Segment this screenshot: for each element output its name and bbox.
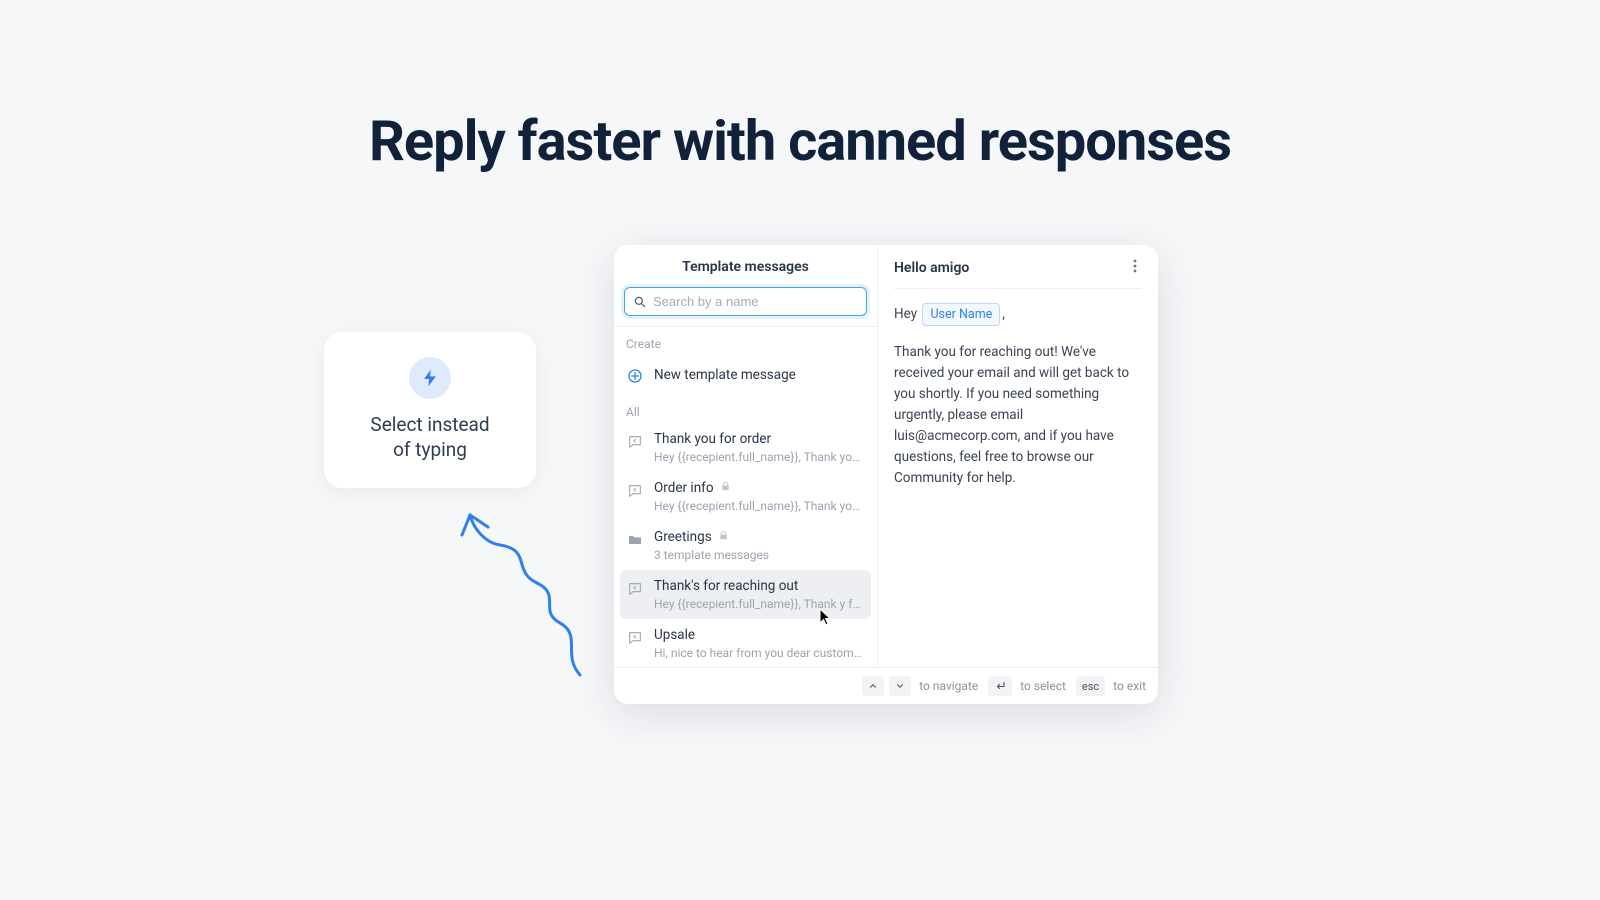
- promo-line2: of typing: [370, 438, 489, 463]
- template-item[interactable]: Thank you for order Hey {{recepient.full…: [614, 423, 877, 472]
- template-folder-title: Greetings: [654, 529, 865, 545]
- template-list-title: Template messages: [614, 245, 877, 287]
- preview-greet-prefix: Hey: [894, 306, 917, 322]
- template-item-sub: Hey {{recepient.full_name}}, Thank y for…: [654, 597, 865, 611]
- modal-footer: to navigate to select esc to exit: [614, 667, 1158, 704]
- new-template-button[interactable]: New template message: [614, 355, 877, 395]
- reply-message-icon: [626, 433, 644, 451]
- arrow-up-key: [862, 676, 884, 696]
- footer-hint-navigate: to navigate: [862, 676, 978, 696]
- reply-message-icon: [626, 580, 644, 598]
- folder-icon: [626, 531, 644, 549]
- reply-message-icon: [626, 629, 644, 647]
- squiggle-arrow-icon: [452, 505, 602, 685]
- preview-pane: Hello amigo Hey User Name, Thank you for…: [878, 245, 1158, 667]
- footer-hint-exit: esc to exit: [1076, 676, 1146, 696]
- template-messages-modal: Template messages Create: [614, 245, 1158, 704]
- bolt-icon-circle: [409, 357, 451, 399]
- new-template-label: New template message: [654, 367, 796, 383]
- template-folder-sub: 3 template messages: [654, 548, 865, 562]
- template-item-title: Thank you for order: [654, 431, 865, 447]
- preview-paragraph: Thank you for reaching out! We've receiv…: [894, 342, 1142, 488]
- chevron-up-icon: [868, 681, 878, 691]
- template-folder[interactable]: Greetings 3 template messages: [614, 521, 877, 570]
- promo-line1: Select instead: [370, 413, 489, 438]
- reply-message-icon: [626, 482, 644, 500]
- plus-circle-icon: [626, 367, 644, 385]
- search-input[interactable]: [653, 294, 858, 309]
- template-item-title: Order info: [654, 480, 865, 496]
- more-menu-button[interactable]: [1128, 259, 1142, 276]
- lock-icon: [720, 480, 731, 496]
- template-list-pane: Template messages Create: [614, 245, 878, 667]
- template-item[interactable]: Order info Hey {{recepient.full_name}}, …: [614, 472, 877, 521]
- template-item-selected[interactable]: Thank's for reaching out Hey {{recepient…: [620, 570, 871, 619]
- template-item-title: Thank's for reaching out: [654, 578, 865, 594]
- enter-key: [988, 676, 1012, 696]
- template-item-sub: Hi, nice to hear from you dear customer,…: [654, 646, 865, 660]
- footer-hint-select: to select: [988, 676, 1066, 696]
- page-headline: Reply faster with canned responses: [0, 108, 1600, 174]
- chevron-down-icon: [895, 681, 905, 691]
- preview-greet-suffix: ,: [1002, 306, 1005, 322]
- template-item-sub: Hey {{recepient.full_name}}, Thank you f…: [654, 450, 865, 464]
- enter-icon: [994, 681, 1006, 691]
- esc-key: esc: [1076, 676, 1105, 696]
- bolt-icon: [420, 368, 440, 388]
- template-item-title: Upsale: [654, 627, 865, 643]
- search-icon: [633, 295, 647, 309]
- promo-card: Select instead of typing: [324, 332, 536, 488]
- template-item[interactable]: Upsale Hi, nice to hear from you dear cu…: [614, 619, 877, 667]
- search-box[interactable]: [624, 287, 867, 316]
- preview-body: Hey User Name, Thank you for reaching ou…: [894, 303, 1142, 489]
- section-label-create: Create: [614, 327, 877, 355]
- lock-icon: [718, 529, 729, 545]
- arrow-down-key: [889, 676, 911, 696]
- section-label-all: All: [614, 395, 877, 423]
- kebab-icon: [1133, 259, 1137, 273]
- promo-text: Select instead of typing: [370, 413, 489, 462]
- preview-title: Hello amigo: [894, 260, 969, 276]
- variable-chip-user-name: User Name: [922, 303, 1000, 326]
- template-item-sub: Hey {{recepient.full_name}}, Thank you f…: [654, 499, 865, 513]
